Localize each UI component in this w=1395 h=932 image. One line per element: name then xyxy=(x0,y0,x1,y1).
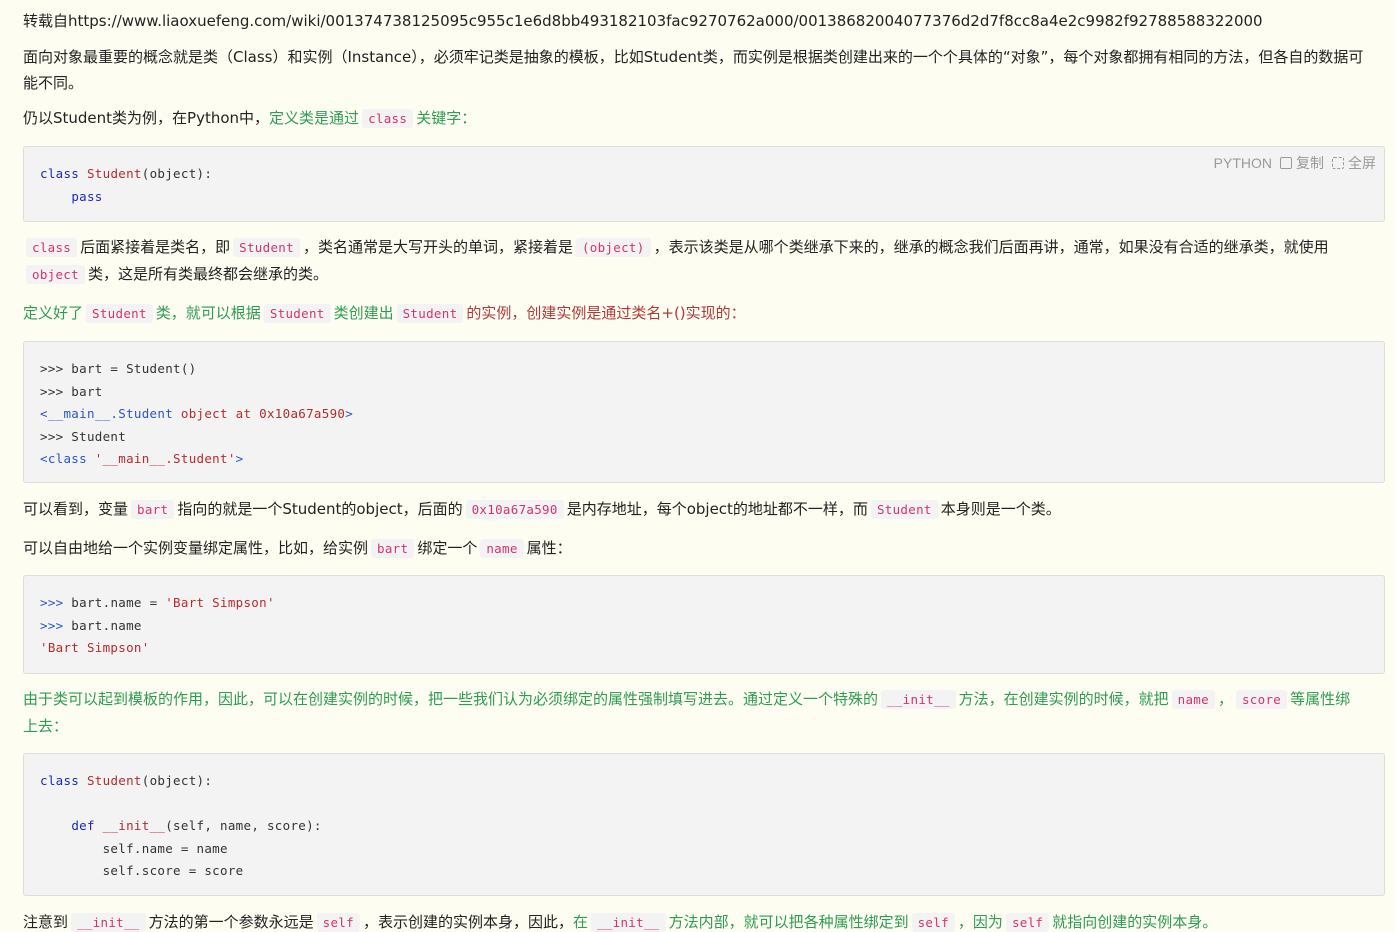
inline-code: class xyxy=(362,109,414,128)
code-text: >>> bart = Student() >>> bart <__main__.… xyxy=(40,361,354,466)
paragraph-class-explanation: class 后面紧接着是类名，即 Student ，类名通常是大写开头的单词，紧接着是… xyxy=(23,234,1365,288)
language-label: PYTHON xyxy=(1213,155,1272,171)
article: 转载自https://www.liaoxuefeng.com/wiki/0013… xyxy=(0,0,1395,932)
code-block-bind-name: >>> bart.name = 'Bart Simpson' >>> bart.… xyxy=(23,575,1385,674)
source-url: 转载自https://www.liaoxuefeng.com/wiki/0013… xyxy=(23,12,1263,30)
paragraph-class-intro: 面向对象最重要的概念就是类（Class）和实例（Instance），必须牢记类是… xyxy=(23,48,1364,92)
paragraph-create-instance: 定义好了 Student 类，就可以根据 Student 类创建出 Student 的实例，… xyxy=(23,304,746,323)
code-toolbar: PYTHON 复制 全屏 xyxy=(1214,153,1376,173)
paragraph-memory-address: 可以看到，变量 bart 指向的就是一个Student的object，后面的 0x10… xyxy=(23,500,1061,519)
paragraph-init-method: 由于类可以起到模板的作用，因此，可以在创建实例的时候，把一些我们认为必须绑定的属… xyxy=(23,690,1351,735)
code-block-class-definition: PYTHON 复制 全屏 class Student(object): pass xyxy=(23,146,1385,222)
fullscreen-icon xyxy=(1332,157,1344,169)
code-block-instance: >>> bart = Student() >>> bart <__main__.… xyxy=(23,341,1385,483)
paragraph-define-class: 仍以Student类为例，在Python中，定义类是通过 class 关键字： xyxy=(23,109,477,128)
code-text: class Student(object): def __init__(self… xyxy=(40,773,322,878)
code-text: >>> bart.name = 'Bart Simpson' >>> bart.… xyxy=(40,595,275,655)
copy-icon xyxy=(1280,157,1292,169)
code-text: class Student(object): pass xyxy=(40,166,213,204)
paragraph-self-param: 注意到 __init__ 方法的第一个参数永远是 self ，表示创建的实例本身，因此，… xyxy=(23,913,1218,932)
fullscreen-button[interactable]: 全屏 xyxy=(1332,153,1376,173)
paragraph-bind-attribute: 可以自由地给一个实例变量绑定属性，比如，给实例 bart 绑定一个 name 属性： xyxy=(23,539,572,558)
copy-button[interactable]: 复制 xyxy=(1280,153,1324,173)
code-block-init: class Student(object): def __init__(self… xyxy=(23,753,1385,896)
